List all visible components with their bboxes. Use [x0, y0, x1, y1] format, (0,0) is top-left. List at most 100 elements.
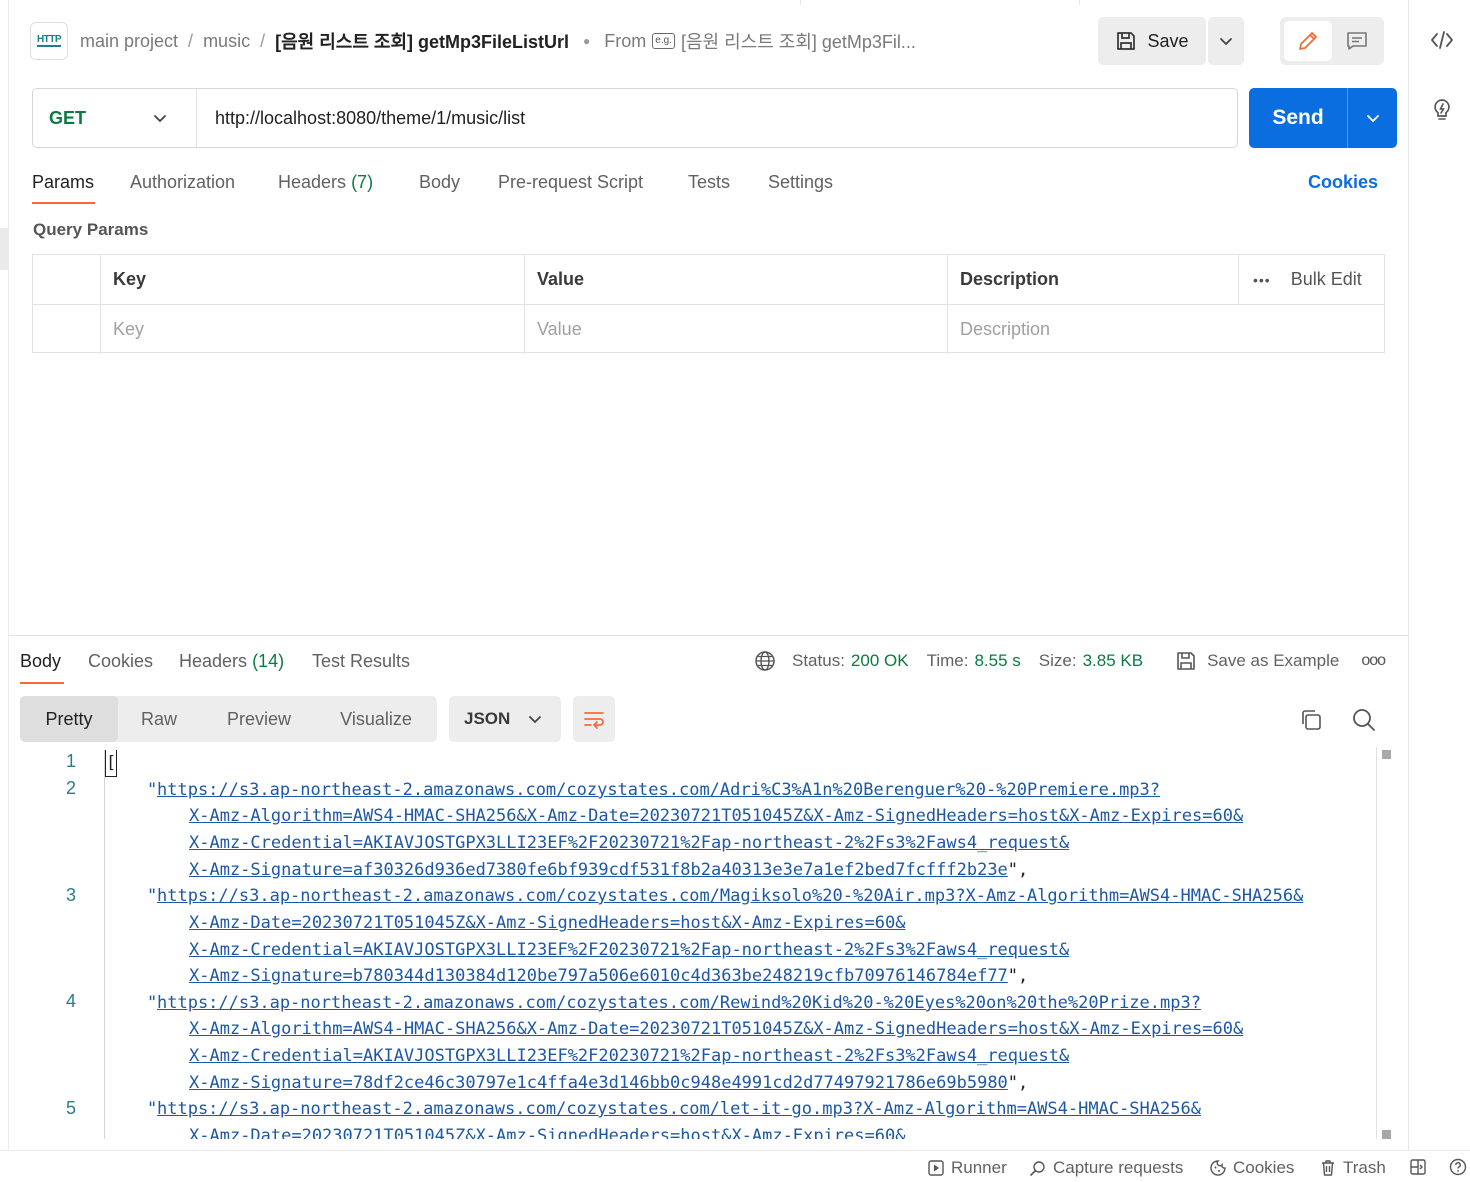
json-link[interactable]: X-Amz-Credential=AKIAVJOSTGPX3LLI23EF%2F…	[189, 937, 1069, 963]
tab-prerequest-script[interactable]: Pre-request Script	[498, 172, 643, 193]
json-link[interactable]: X-Amz-Signature=78df2ce46c30797e1c4ffa4e…	[189, 1073, 1008, 1093]
line-number: 2	[65, 778, 76, 798]
tab-test-results[interactable]: Test Results	[312, 651, 410, 672]
key-input[interactable]: Key	[100, 305, 524, 354]
json-link[interactable]: X-Amz-Date=20230721T051045Z&X-Amz-Signed…	[189, 1123, 905, 1139]
row-checkbox[interactable]	[33, 305, 100, 354]
scrollbar-up-arrow[interactable]	[1382, 750, 1391, 759]
from-example-link[interactable]: [음원 리스트 조회] getMp3Fil...	[681, 28, 916, 54]
request-header: HTTP main project / music / [음원 리스트 조회] …	[30, 17, 1400, 65]
comment-mode-button[interactable]	[1334, 21, 1380, 61]
json-link[interactable]: https://s3.ap-northeast-2.amazonaws.com/…	[157, 1096, 1201, 1122]
tab-headers[interactable]: Headers (7)	[278, 172, 373, 193]
save-as-example-button[interactable]: Save as Example	[1175, 650, 1339, 672]
response-body-editor[interactable]: 1 2 3 4 5 [ " https://s3.ap-northeast-2.…	[20, 750, 1380, 1139]
active-tab-strip[interactable]	[800, 0, 1080, 5]
method-select[interactable]: GET	[33, 89, 197, 147]
tab-headers-label: Headers	[278, 172, 347, 192]
copy-icon[interactable]	[1299, 708, 1323, 732]
pencil-icon	[1299, 32, 1317, 50]
view-preview[interactable]: Preview	[200, 696, 318, 742]
column-key: Key	[100, 255, 524, 304]
status-value[interactable]: 200 OK	[851, 651, 909, 671]
tab-response-body[interactable]: Body	[20, 651, 61, 672]
search-icon[interactable]	[1351, 707, 1377, 733]
time-value[interactable]: 8.55 s	[974, 651, 1020, 671]
bulk-edit-button[interactable]: Bulk Edit	[1291, 269, 1362, 290]
response-resize-handle[interactable]	[9, 635, 1408, 636]
json-link[interactable]: X-Amz-Algorithm=AWS4-HMAC-SHA256&X-Amz-D…	[189, 1016, 1243, 1042]
tab-response-cookies[interactable]: Cookies	[88, 651, 153, 672]
chevron-down-icon	[1220, 38, 1232, 46]
breadcrumb-separator: /	[188, 30, 194, 51]
view-pretty[interactable]: Pretty	[20, 696, 118, 742]
json-line: X-Amz-Signature=b780344d130384d120be797a…	[189, 963, 1028, 989]
tab-authorization[interactable]: Authorization	[130, 172, 235, 193]
tab-params[interactable]: Params	[32, 172, 94, 193]
size-value[interactable]: 3.85 KB	[1083, 651, 1144, 671]
wrap-lines-button[interactable]	[573, 696, 615, 742]
more-icon[interactable]: ooo	[1361, 652, 1386, 670]
json-line-end: ",	[1007, 966, 1029, 986]
json-quote: "	[147, 780, 158, 800]
send-button[interactable]: Send	[1249, 106, 1347, 130]
sidebar-handle[interactable]	[0, 228, 9, 270]
format-select[interactable]: JSON	[449, 696, 561, 742]
tab-body[interactable]: Body	[419, 172, 460, 193]
scrollbar-down-arrow[interactable]	[1382, 1130, 1391, 1139]
save-button[interactable]: Save	[1098, 17, 1206, 65]
top-strip	[0, 0, 1470, 5]
json-link[interactable]: https://s3.ap-northeast-2.amazonaws.com/…	[157, 777, 1160, 803]
breadcrumb-project[interactable]: main project	[80, 31, 178, 52]
more-icon[interactable]: •••	[1253, 272, 1271, 288]
json-link[interactable]: https://s3.ap-northeast-2.amazonaws.com/…	[157, 883, 1303, 909]
save-icon	[1117, 32, 1136, 50]
request-name[interactable]: [음원 리스트 조회] getMp3FileListUrl	[275, 28, 569, 54]
save-dropdown-button[interactable]	[1208, 17, 1244, 65]
wrap-icon	[584, 712, 604, 729]
edit-mode-button[interactable]	[1284, 21, 1332, 61]
response-headers-count: (14)	[252, 651, 285, 671]
chevron-down-icon	[154, 115, 166, 123]
description-input[interactable]: Description	[947, 305, 1384, 354]
tab-settings[interactable]: Settings	[768, 172, 833, 193]
json-link[interactable]: X-Amz-Date=20230721T051045Z&X-Amz-Signed…	[189, 910, 905, 936]
lightbulb-icon[interactable]	[1429, 97, 1455, 123]
view-visualize[interactable]: Visualize	[318, 696, 434, 742]
trash-button[interactable]: Trash	[1319, 1158, 1386, 1178]
globe-icon[interactable]	[754, 650, 776, 672]
capture-icon	[1030, 1161, 1045, 1176]
capture-requests-button[interactable]: Capture requests	[1029, 1158, 1183, 1178]
cookies-link[interactable]: Cookies	[1308, 172, 1378, 193]
json-link[interactable]: X-Amz-Credential=AKIAVJOSTGPX3LLI23EF%2F…	[189, 830, 1069, 856]
runner-label: Runner	[951, 1158, 1007, 1177]
footer-cookies-button[interactable]: Cookies	[1209, 1158, 1294, 1178]
json-link[interactable]: X-Amz-Signature=b780344d130384d120be797a…	[189, 966, 1008, 986]
vertical-scrollbar[interactable]	[1376, 747, 1377, 1139]
send-button-group: Send	[1249, 88, 1397, 148]
json-link[interactable]: X-Amz-Algorithm=AWS4-HMAC-SHA256&X-Amz-D…	[189, 803, 1243, 829]
response-tabs: Body Cookies Headers (14) Test Results S…	[20, 648, 1400, 688]
format-label: JSON	[464, 709, 511, 728]
tab-response-headers[interactable]: Headers (14)	[179, 651, 284, 672]
json-link[interactable]: X-Amz-Signature=af30326d936ed7380fe6bf93…	[189, 860, 1008, 880]
view-mode-selector: Pretty Raw Preview Visualize	[20, 696, 437, 742]
value-input[interactable]: Value	[524, 305, 947, 354]
code-icon[interactable]	[1429, 27, 1455, 53]
trash-label: Trash	[1343, 1158, 1386, 1177]
runner-button[interactable]: Runner	[927, 1158, 1007, 1178]
tab-tests[interactable]: Tests	[688, 172, 730, 193]
save-icon	[1177, 652, 1195, 670]
breadcrumb: main project / music / [음원 리스트 조회] getMp…	[80, 28, 916, 54]
help-button[interactable]	[1449, 1158, 1467, 1176]
active-tab-indicator	[32, 202, 95, 204]
json-link[interactable]: https://s3.ap-northeast-2.amazonaws.com/…	[157, 990, 1201, 1016]
send-dropdown-button[interactable]	[1348, 110, 1397, 126]
json-link[interactable]: X-Amz-Credential=AKIAVJOSTGPX3LLI23EF%2F…	[189, 1043, 1069, 1069]
headers-count: (7)	[351, 172, 374, 192]
breadcrumb-folder[interactable]: music	[203, 31, 250, 52]
url-input[interactable]: http://localhost:8080/theme/1/music/list	[197, 108, 525, 129]
layout-toggle-button[interactable]	[1409, 1158, 1427, 1176]
dot-separator: ●	[583, 34, 591, 48]
view-raw[interactable]: Raw	[118, 696, 200, 742]
